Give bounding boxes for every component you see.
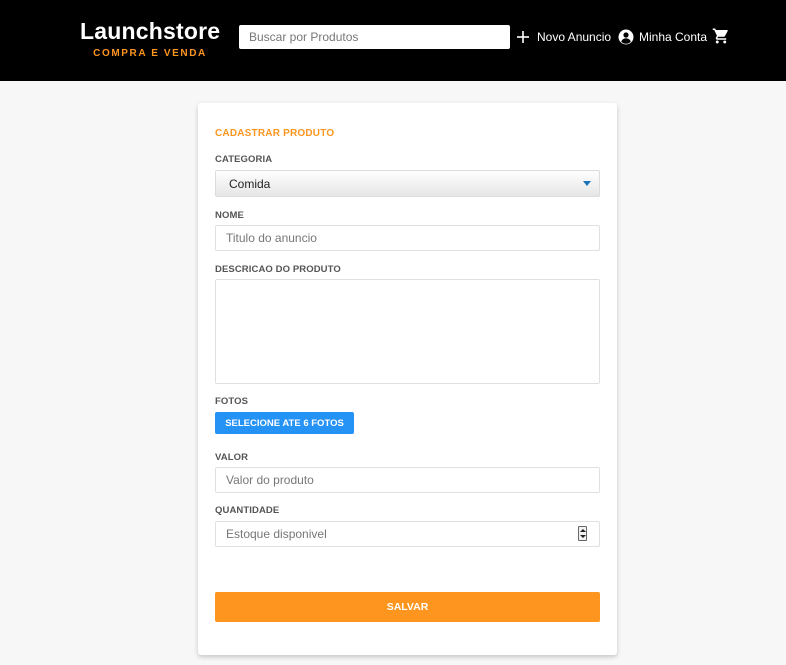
quantity-input[interactable] — [215, 521, 600, 547]
name-input[interactable] — [215, 225, 600, 251]
search-input[interactable] — [239, 25, 510, 49]
photos-label: FOTOS — [215, 396, 249, 407]
description-textarea[interactable] — [215, 279, 600, 384]
save-button[interactable]: SALVAR — [215, 592, 600, 622]
cart-link[interactable] — [712, 27, 730, 45]
price-input[interactable] — [215, 467, 600, 493]
quantity-stepper[interactable] — [578, 526, 587, 541]
product-form-card: CADASTRAR PRODUTO CATEGORIA Comida NOME … — [198, 103, 617, 655]
header: Launchstore COMPRA E VENDA Novo Anuncio … — [0, 0, 786, 81]
logo[interactable]: Launchstore COMPRA E VENDA — [80, 17, 220, 61]
account-circle-icon — [618, 29, 634, 45]
stepper-up-icon[interactable] — [580, 529, 586, 532]
account-link[interactable]: Minha Conta — [618, 28, 707, 46]
price-label: VALOR — [215, 452, 249, 463]
chevron-down-icon — [583, 181, 591, 186]
logo-title: Launchstore — [80, 18, 221, 44]
new-ad-link[interactable]: Novo Anuncio — [517, 28, 611, 46]
category-select[interactable]: Comida — [215, 170, 600, 197]
quantity-label: QUANTIDADE — [215, 505, 280, 516]
stepper-down-icon[interactable] — [580, 535, 586, 538]
new-ad-label: Novo Anuncio — [537, 30, 612, 44]
plus-icon — [517, 31, 529, 43]
account-label: Minha Conta — [639, 30, 708, 44]
select-photos-button[interactable]: SELECIONE ATE 6 FOTOS — [215, 412, 354, 434]
form-title: CADASTRAR PRODUTO — [215, 128, 335, 139]
description-label: DESCRICAO DO PRODUTO — [215, 264, 341, 275]
logo-subtitle: COMPRA E VENDA — [93, 48, 207, 59]
category-label: CATEGORIA — [215, 154, 273, 165]
name-label: NOME — [215, 210, 244, 221]
category-value: Comida — [229, 176, 271, 191]
shopping-cart-icon — [712, 28, 728, 44]
